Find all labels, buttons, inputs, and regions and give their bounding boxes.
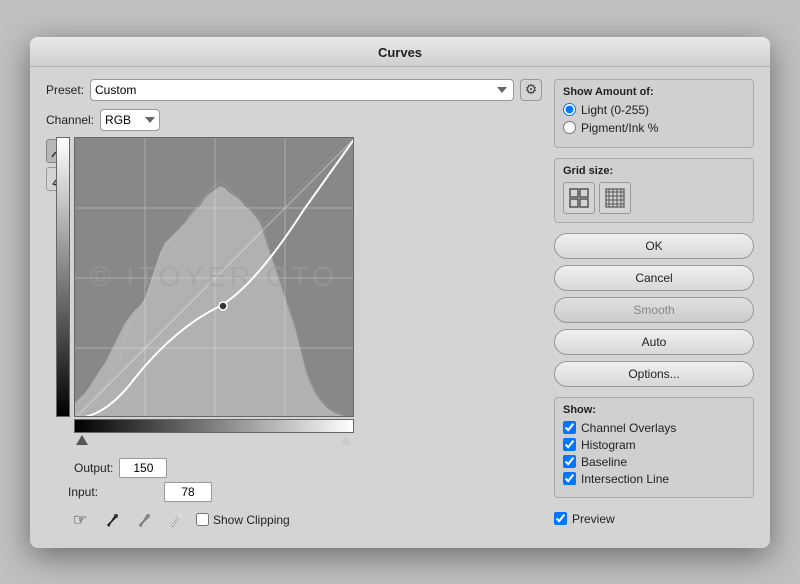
histogram-row: Histogram — [563, 438, 745, 452]
io-rows: Output: — [74, 452, 354, 478]
preset-row: Preset: Custom ⚙ — [46, 79, 542, 101]
pigment-radio-row: Pigment/Ink % — [563, 121, 745, 135]
input-input[interactable] — [164, 482, 212, 502]
show-amount-section: Show Amount of: Light (0-255) Pigment/In… — [554, 79, 754, 148]
grid-size-buttons — [563, 182, 745, 214]
channel-select[interactable]: RGB — [100, 109, 160, 131]
grid-size-section: Grid size: — [554, 158, 754, 223]
input-section: Input: — [68, 480, 542, 502]
show-section: Show: Channel Overlays Histogram Baselin… — [554, 397, 754, 498]
histogram-checkbox[interactable] — [563, 438, 576, 451]
gear-button[interactable]: ⚙ — [520, 79, 542, 101]
curve-container: © ITOYER OTO — [74, 137, 354, 445]
white-eyedropper-button[interactable] — [164, 508, 188, 532]
preset-select[interactable]: Custom — [90, 79, 514, 101]
histogram-svg — [75, 138, 354, 417]
preview-checkbox[interactable] — [554, 512, 567, 525]
auto-button[interactable]: Auto — [554, 329, 754, 355]
options-button[interactable]: Options... — [554, 361, 754, 387]
curve-section: © ITOYER OTO — [46, 137, 542, 478]
channel-overlays-label[interactable]: Channel Overlays — [581, 421, 676, 435]
baseline-row: Baseline — [563, 455, 745, 469]
intersection-row: Intersection Line — [563, 472, 745, 486]
show-clipping-label[interactable]: Show Clipping — [213, 513, 290, 527]
light-radio-label[interactable]: Light (0-255) — [581, 103, 649, 117]
channel-label: Channel: — [46, 113, 94, 127]
input-label: Input: — [68, 485, 98, 499]
histogram-label[interactable]: Histogram — [581, 438, 636, 452]
preset-label: Preset: — [46, 83, 84, 97]
show-amount-title: Show Amount of: — [563, 86, 745, 98]
baseline-label[interactable]: Baseline — [581, 455, 627, 469]
left-panel: Preset: Custom ⚙ Channel: RGB — [46, 79, 542, 532]
content-area: Preset: Custom ⚙ Channel: RGB — [30, 79, 770, 532]
output-label: Output: — [74, 461, 113, 475]
curve-graph[interactable]: © ITOYER OTO — [74, 137, 354, 417]
channel-overlays-row: Channel Overlays — [563, 421, 745, 435]
light-radio-row: Light (0-255) — [563, 103, 745, 117]
bottom-tools-row: ☞ — [68, 508, 542, 532]
ok-button[interactable]: OK — [554, 233, 754, 259]
input-row: Input: — [68, 482, 542, 502]
show-clipping-row: Show Clipping — [196, 513, 290, 527]
vertical-gradient-bar — [56, 137, 70, 417]
intersection-label[interactable]: Intersection Line — [581, 472, 669, 486]
output-row: Output: — [74, 458, 354, 478]
grid-size-title: Grid size: — [563, 165, 745, 177]
white-point-slider[interactable] — [340, 435, 352, 445]
preview-row: Preview — [554, 512, 754, 526]
show-title: Show: — [563, 404, 745, 416]
grid-10x10-button[interactable] — [599, 182, 631, 214]
black-eyedropper-button[interactable] — [100, 508, 124, 532]
pigment-radio-label[interactable]: Pigment/Ink % — [581, 121, 658, 135]
input-slider-row — [74, 435, 354, 445]
baseline-checkbox[interactable] — [563, 455, 576, 468]
title-bar: Curves — [30, 37, 770, 67]
right-buttons: OK Cancel Smooth Auto Options... — [554, 233, 754, 387]
black-point-slider[interactable] — [76, 435, 88, 445]
finger-tool-button[interactable]: ☞ — [68, 508, 92, 532]
preview-label[interactable]: Preview — [572, 512, 615, 526]
light-radio[interactable] — [563, 103, 576, 116]
cancel-button[interactable]: Cancel — [554, 265, 754, 291]
channel-overlays-checkbox[interactable] — [563, 421, 576, 434]
graph-area: © ITOYER OTO — [74, 137, 354, 478]
dialog-title: Curves — [378, 45, 422, 60]
smooth-button[interactable]: Smooth — [554, 297, 754, 323]
curves-dialog: Curves Preset: Custom ⚙ Channel: RGB — [30, 37, 770, 548]
output-input[interactable] — [119, 458, 167, 478]
horizontal-gradient-bar — [74, 419, 354, 433]
intersection-checkbox[interactable] — [563, 472, 576, 485]
grid-4x4-button[interactable] — [563, 182, 595, 214]
channel-row: Channel: RGB — [46, 109, 542, 131]
pigment-radio[interactable] — [563, 121, 576, 134]
right-panel: Show Amount of: Light (0-255) Pigment/In… — [554, 79, 754, 532]
gray-eyedropper-button[interactable] — [132, 508, 156, 532]
show-clipping-checkbox[interactable] — [196, 513, 209, 526]
